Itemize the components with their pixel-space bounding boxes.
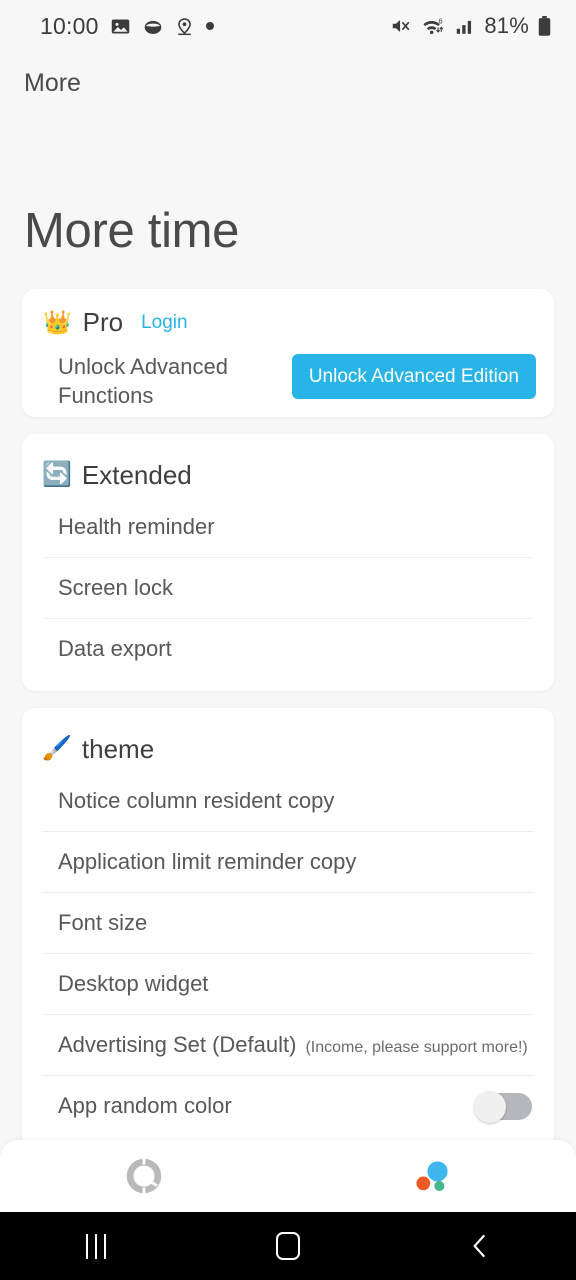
- pro-card: 👑 Pro Login Unlock Advanced Functions Un…: [22, 289, 554, 417]
- row-label-text: Advertising Set (Default): [58, 1031, 297, 1057]
- row-data-export[interactable]: Data export: [22, 618, 554, 679]
- toggle-thumb: [474, 1090, 506, 1123]
- page-title: More time: [24, 203, 240, 258]
- mute-vibrate-icon: [393, 20, 410, 32]
- battery-percent-label: 81%: [484, 13, 529, 38]
- status-time: 10:00: [40, 12, 99, 39]
- wifi-6-icon: 6: [423, 16, 444, 35]
- status-bar-right: 6 81%: [389, 13, 552, 39]
- extended-rows: Health reminder Screen lock Data export: [22, 496, 554, 691]
- row-label: Desktop widget: [58, 970, 209, 996]
- row-label: Font size: [58, 909, 148, 935]
- row-label: Application limit reminder copy: [58, 848, 357, 874]
- recents-icon: [86, 1233, 106, 1259]
- pro-card-body: Unlock Advanced Functions Unlock Advance…: [22, 338, 554, 410]
- row-screen-lock[interactable]: Screen lock: [22, 557, 554, 618]
- svg-text:6: 6: [439, 16, 443, 25]
- nav-item-more[interactable]: [288, 1140, 576, 1212]
- cellular-signal-icon: [457, 20, 472, 34]
- row-health-reminder[interactable]: Health reminder: [22, 496, 554, 557]
- row-label: Advertising Set (Default) (Income, pleas…: [58, 1032, 528, 1058]
- row-label: Notice column resident copy: [58, 787, 335, 813]
- collapsing-header: More time: [0, 114, 576, 279]
- back-icon: [473, 1234, 486, 1258]
- recycle-arrows-icon: 🔄: [42, 461, 72, 488]
- row-label: Health reminder: [58, 513, 215, 539]
- extended-card: 🔄 Extended Health reminder Screen lock D…: [22, 434, 554, 691]
- app-toolbar: More: [0, 52, 576, 114]
- pro-card-header: 👑 Pro Login: [22, 289, 554, 338]
- shell-icon: [144, 20, 161, 34]
- extended-card-header: 🔄 Extended: [22, 434, 554, 496]
- home-button[interactable]: [192, 1232, 384, 1260]
- image-icon: [111, 19, 129, 33]
- theme-card: 🖌️ theme Notice column resident copy App…: [22, 708, 554, 1148]
- row-desktop-widget[interactable]: Desktop widget: [22, 953, 554, 1014]
- row-advertising-set[interactable]: Advertising Set (Default) (Income, pleas…: [22, 1014, 554, 1075]
- back-button[interactable]: [384, 1231, 576, 1261]
- pro-title: Pro: [82, 307, 124, 337]
- row-application-limit-reminder-copy[interactable]: Application limit reminder copy: [22, 831, 554, 892]
- theme-card-header: 🖌️ theme: [22, 708, 554, 770]
- row-sublabel: (Income, please support more!): [305, 1038, 528, 1056]
- pro-description: Unlock Advanced Functions: [58, 354, 228, 409]
- recents-button[interactable]: [0, 1233, 192, 1259]
- settings-scroll-content[interactable]: 👑 Pro Login Unlock Advanced Functions Un…: [0, 289, 576, 1280]
- row-label: Data export: [58, 635, 172, 661]
- bubble-cluster-icon: [416, 1161, 448, 1192]
- phone-screen: 10:00 6 81% More More time 👑 Pro Login U…: [0, 0, 576, 1280]
- theme-title: theme: [81, 733, 155, 764]
- android-system-navigation-bar: [0, 1212, 576, 1280]
- app-random-color-toggle[interactable]: [474, 1090, 532, 1123]
- crown-icon: 👑: [43, 309, 72, 335]
- login-link[interactable]: Login: [141, 312, 188, 334]
- row-font-size[interactable]: Font size: [22, 892, 554, 953]
- row-notice-column-resident-copy[interactable]: Notice column resident copy: [22, 770, 554, 831]
- paintbrush-icon: 🖌️: [42, 735, 72, 762]
- donut-chart-icon: [126, 1157, 162, 1195]
- unlock-advanced-edition-button[interactable]: Unlock Advanced Edition: [291, 354, 536, 399]
- theme-rows: Notice column resident copy Application …: [22, 770, 554, 1148]
- row-label: Screen lock: [58, 574, 173, 600]
- location-pin-icon: [177, 17, 191, 35]
- toolbar-title: More: [24, 68, 81, 97]
- row-app-random-color[interactable]: App random color: [22, 1075, 554, 1136]
- bottom-navigation-bar: [0, 1140, 576, 1212]
- extended-title: Extended: [81, 459, 192, 490]
- status-bar-left: 10:00: [40, 13, 215, 40]
- row-label: App random color: [58, 1092, 232, 1118]
- status-bar: 10:00 6 81%: [0, 0, 576, 52]
- home-icon: [276, 1232, 300, 1260]
- battery-icon: [538, 15, 551, 36]
- dot-icon: [205, 22, 214, 30]
- nav-item-statistics[interactable]: [0, 1140, 288, 1212]
